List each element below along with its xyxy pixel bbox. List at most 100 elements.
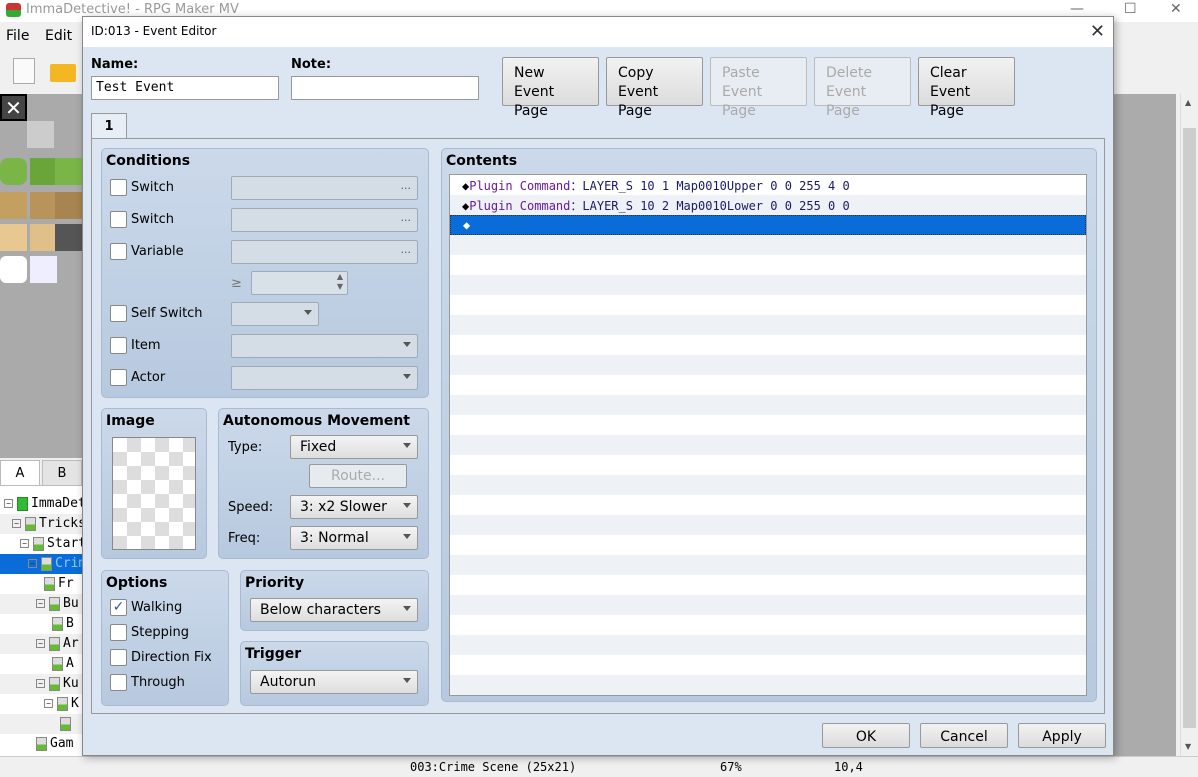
- map-view[interactable]: [1114, 94, 1176, 756]
- command-row[interactable]: [450, 395, 1086, 415]
- tile[interactable]: [30, 158, 57, 185]
- close-icon[interactable]: ✕: [1090, 21, 1105, 42]
- command-row[interactable]: [450, 415, 1086, 435]
- actor-checkbox[interactable]: [110, 369, 127, 386]
- cancel-button[interactable]: Cancel: [920, 723, 1008, 748]
- switch2-select[interactable]: ...: [231, 208, 418, 232]
- tree-item[interactable]: − ImmaDetective!: [0, 494, 82, 514]
- ellipsis-icon[interactable]: ...: [401, 179, 412, 192]
- command-row[interactable]: [450, 435, 1086, 455]
- tree-item[interactable]: B: [0, 614, 82, 634]
- variable-checkbox[interactable]: [110, 243, 127, 260]
- item-checkbox[interactable]: [110, 337, 127, 354]
- command-row[interactable]: [450, 275, 1086, 295]
- close-window-icon[interactable]: ✕: [1170, 1, 1182, 17]
- priority-select[interactable]: Below characters: [250, 598, 418, 622]
- new-project-icon[interactable]: [13, 58, 35, 84]
- command-row[interactable]: [450, 455, 1086, 475]
- command-row[interactable]: [450, 375, 1086, 395]
- tree-item[interactable]: A: [0, 654, 82, 674]
- command-row[interactable]: ◆Plugin Command：LAYER_S 10 1 Map0010Uppe…: [450, 175, 1086, 195]
- collapse-icon[interactable]: −: [28, 559, 37, 568]
- tab-a[interactable]: A: [0, 460, 40, 486]
- command-row[interactable]: [450, 295, 1086, 315]
- command-row[interactable]: [450, 575, 1086, 595]
- command-row[interactable]: [450, 315, 1086, 335]
- option-checkbox[interactable]: [110, 674, 127, 691]
- command-row[interactable]: [450, 615, 1086, 635]
- tile[interactable]: [30, 256, 57, 283]
- tile[interactable]: [55, 192, 82, 219]
- tileset-palette[interactable]: ✕: [0, 94, 82, 458]
- menu-edit[interactable]: Edit: [45, 28, 72, 44]
- collapse-icon[interactable]: −: [20, 539, 29, 548]
- command-row[interactable]: [450, 235, 1086, 255]
- tile[interactable]: [0, 224, 27, 251]
- tile[interactable]: [55, 224, 82, 251]
- maximize-icon[interactable]: ☐: [1124, 1, 1137, 17]
- menu-file[interactable]: File: [6, 28, 29, 44]
- command-row[interactable]: [450, 335, 1086, 355]
- event-command-list[interactable]: ◆Plugin Command：LAYER_S 10 1 Map0010Uppe…: [449, 174, 1087, 696]
- command-row[interactable]: [450, 655, 1086, 675]
- command-row[interactable]: [450, 255, 1086, 275]
- tree-item[interactable]: − Crime Scene: [0, 554, 82, 574]
- collapse-icon[interactable]: −: [36, 679, 45, 688]
- tile[interactable]: [0, 192, 27, 219]
- collapse-icon[interactable]: −: [4, 499, 13, 508]
- event-image-picker[interactable]: [112, 437, 196, 550]
- actor-select[interactable]: [231, 366, 418, 390]
- command-row[interactable]: [450, 675, 1086, 695]
- collapse-icon[interactable]: −: [12, 519, 21, 528]
- apply-button[interactable]: Apply: [1018, 723, 1106, 748]
- command-row[interactable]: [450, 515, 1086, 535]
- switch1-checkbox[interactable]: [110, 179, 127, 196]
- option-checkbox[interactable]: [110, 649, 127, 666]
- tab-b[interactable]: B: [42, 460, 82, 486]
- tile[interactable]: [27, 121, 54, 148]
- item-select[interactable]: [231, 334, 418, 358]
- note-input[interactable]: [291, 76, 479, 100]
- route-button[interactable]: Route...: [309, 464, 407, 488]
- eraser-tile-icon[interactable]: ✕: [0, 94, 27, 121]
- map-tree[interactable]: − ImmaDetective! − Tricks − Start − Crime Scene…: [0, 486, 82, 756]
- spinner-arrows-icon[interactable]: ▲ ▼: [337, 272, 343, 292]
- tile[interactable]: [55, 158, 82, 185]
- page-button-delete[interactable]: Delete Event Page: [814, 57, 911, 119]
- tile[interactable]: [0, 158, 27, 185]
- tree-item[interactable]: − K: [0, 694, 82, 714]
- ellipsis-icon[interactable]: ...: [401, 243, 412, 256]
- vertical-scrollbar[interactable]: ▲ ▼: [1180, 94, 1198, 756]
- page-button-new[interactable]: New Event Page: [502, 57, 599, 119]
- page-button-copy[interactable]: Copy Event Page: [606, 57, 703, 119]
- tab-page-1[interactable]: 1: [91, 113, 127, 139]
- tree-item[interactable]: − Ku: [0, 674, 82, 694]
- scroll-up-icon[interactable]: ▲: [1185, 98, 1191, 107]
- collapse-icon[interactable]: −: [36, 599, 45, 608]
- option-checkbox[interactable]: ✓: [110, 599, 127, 616]
- command-row[interactable]: [450, 475, 1086, 495]
- speed-select[interactable]: 3: x2 Slower: [290, 495, 418, 519]
- tree-item[interactable]: − Start: [0, 534, 82, 554]
- tree-item[interactable]: − Ar: [0, 634, 82, 654]
- command-row[interactable]: ◆Plugin Command：LAYER_S 10 2 Map0010Lowe…: [450, 195, 1086, 215]
- variable-select[interactable]: ...: [231, 240, 418, 264]
- open-project-icon[interactable]: [50, 64, 76, 82]
- variable-value-spinner[interactable]: ▲ ▼: [251, 271, 348, 295]
- name-input[interactable]: Test Event: [91, 76, 279, 100]
- command-row[interactable]: [450, 535, 1086, 555]
- page-button-clear[interactable]: Clear Event Page: [918, 57, 1015, 119]
- tree-item[interactable]: Gam: [0, 734, 82, 754]
- command-row[interactable]: [450, 595, 1086, 615]
- page-button-paste[interactable]: Paste Event Page: [710, 57, 807, 119]
- tree-item[interactable]: Fr: [0, 574, 82, 594]
- collapse-icon[interactable]: −: [44, 699, 53, 708]
- command-row[interactable]: ◆: [450, 215, 1086, 235]
- ok-button[interactable]: OK: [822, 723, 910, 748]
- tree-item[interactable]: − Bu: [0, 594, 82, 614]
- command-row[interactable]: [450, 495, 1086, 515]
- tile[interactable]: [30, 224, 57, 251]
- type-select[interactable]: Fixed: [290, 435, 418, 459]
- command-row[interactable]: [450, 555, 1086, 575]
- command-row[interactable]: [450, 355, 1086, 375]
